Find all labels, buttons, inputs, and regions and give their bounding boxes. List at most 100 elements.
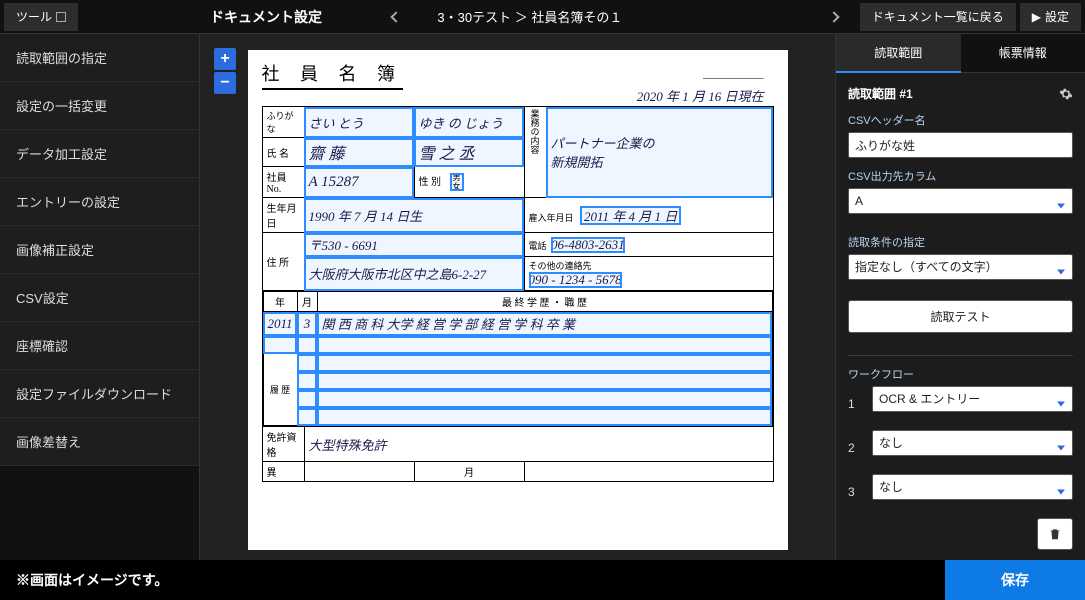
read-region[interactable]: 3 [297,312,317,336]
read-region[interactable]: 2011 年 4 月 1 日 [580,206,681,225]
tool-label: ツール [16,8,52,25]
sidebar-item-entry-settings[interactable]: エントリーの設定 [0,178,199,226]
read-region[interactable]: 関 西 商 科 大学 経 営 学 部 経 営 学 科 卒 業 [317,312,772,336]
sidebar-item-bulk-settings[interactable]: 設定の一括変更 [0,82,199,130]
read-region[interactable] [297,408,317,426]
next-button[interactable] [818,3,850,31]
play-icon: ▶ [1032,10,1041,24]
addr-label: 住 所 [262,233,304,291]
read-region[interactable]: 〒530 - 6691 [304,233,524,257]
zoom-out-button[interactable]: − [214,72,236,94]
read-region[interactable] [317,336,772,354]
read-region[interactable]: 2011 [263,312,297,336]
collapse-left-icon [56,12,66,22]
csv-header-input[interactable] [848,132,1073,158]
sidebar-item-read-range[interactable]: 読取範囲の指定 [0,34,199,82]
sidebar-item-coord-check[interactable]: 座標確認 [0,322,199,370]
read-region[interactable]: 雪 之 丞 [414,138,524,167]
read-region[interactable] [297,354,317,372]
panel-title: 読取範囲 #1 [848,85,913,102]
breadcrumb: 3・30テスト ＞ 社員名簿その１ [437,7,622,26]
canvas-area: + − 社 員 名 簿 ___________ 2020 年 1 月 16 日現… [200,34,835,560]
sidebar-item-csv-settings[interactable]: CSV設定 [0,274,199,322]
trash-icon [1048,527,1062,541]
read-region[interactable] [317,408,772,426]
save-button[interactable]: 保存 [945,560,1085,600]
workflow-select-2[interactable]: なし [872,430,1073,456]
form-table: ふりがな さい とう ゆき の じょう 業務の内容 パートナー企業の 新規開拓 … [262,106,774,482]
tab-form-info[interactable]: 帳票情報 [961,34,1085,73]
csv-col-select[interactable]: A [848,188,1073,214]
chevron-left-icon [390,11,401,22]
delete-button[interactable] [1037,518,1073,550]
hire-label: 雇入年月日 [529,213,574,223]
read-region[interactable]: 男 女 [450,173,464,191]
zoom-in-button[interactable]: + [214,48,236,70]
chevron-right-icon [828,11,839,22]
prev-button[interactable] [380,3,412,31]
back-to-list-button[interactable]: ドキュメント一覧に戻る [860,3,1016,31]
divider [848,355,1073,356]
read-region[interactable]: 齋 藤 [304,138,414,167]
read-region[interactable] [317,372,772,390]
read-region[interactable]: さい とう [304,107,414,138]
edu-m-header: 月 [297,292,317,312]
sidebar-item-replace-image[interactable]: 画像差替え [0,418,199,466]
footer-note: ※画面はイメージです。 [0,570,168,590]
workflow-num: 2 [848,441,864,455]
doc-settings-title: ドキュメント設定 [210,7,322,27]
edu-header: 最 終 学 歴 ・ 職 歴 [317,292,772,312]
cond-select[interactable]: 指定なし（すべての文字） [848,254,1073,280]
csv-col-label: CSV出力先カラム [848,168,1073,184]
read-region[interactable]: パートナー企業の 新規開拓 [546,107,773,198]
name-label: 氏 名 [262,138,304,167]
rireki-label: 履 歴 [263,354,297,426]
license-text: 大型特殊免許 [304,427,773,462]
read-region[interactable]: ゆき の じょう [414,107,524,138]
dob-label: 生年月日 [262,198,304,233]
sidebar-item-data-processing[interactable]: データ加工設定 [0,130,199,178]
read-test-button[interactable]: 読取テスト [848,300,1073,333]
sidebar-item-image-correction[interactable]: 画像補正設定 [0,226,199,274]
read-region[interactable]: 090 - 1234 - 5678 [529,272,622,288]
othertel-label: その他の連絡先 [529,261,592,271]
read-region[interactable] [317,354,772,372]
read-region[interactable]: 1990 年 7 月 14 日生 [304,198,524,233]
sidebar-item-download-settings[interactable]: 設定ファイルダウンロード [0,370,199,418]
read-region[interactable]: 大阪府大阪市北区中之島6-2-27 [304,257,524,291]
paper-title: 社 員 名 簿 [262,60,404,90]
iireki-label: 異 [262,462,304,482]
document-preview[interactable]: 社 員 名 簿 ___________ 2020 年 1 月 16 日現在 ふり… [248,50,788,550]
read-region[interactable] [297,336,317,354]
furigana-label: ふりがな [262,107,304,138]
sidebar-right: 読取範囲 帳票情報 読取範囲 #1 CSVヘッダー名 CSV出力先カラム A 読… [835,34,1085,560]
gyomu-label: 業務の内容 [524,107,546,198]
sex-label: 性 別 [419,177,442,188]
settings-label: 設定 [1045,8,1069,25]
read-region[interactable] [297,372,317,390]
tel-label: 電話 [529,241,547,251]
workflow-select-1[interactable]: OCR & エントリー [872,386,1073,412]
workflow-num: 3 [848,485,864,499]
read-region[interactable]: 06-4803-2631 [551,237,625,253]
cond-label: 読取条件の指定 [848,234,1073,250]
csv-header-label: CSVヘッダー名 [848,112,1073,128]
gear-icon[interactable] [1059,87,1073,101]
license-label: 免許資格 [262,427,304,462]
read-region[interactable]: A 15287 [304,167,414,198]
empno-label: 社員No. [262,167,304,198]
year-header [304,462,414,482]
workflow-select-3[interactable]: なし [872,474,1073,500]
tab-read-range[interactable]: 読取範囲 [836,34,961,73]
workflow-num: 1 [848,397,864,411]
read-region[interactable] [317,390,772,408]
workflow-label: ワークフロー [848,366,1073,382]
paper-date: 2020 年 1 月 16 日現在 [637,86,764,105]
read-region[interactable] [297,390,317,408]
sidebar-left: 読取範囲の指定 設定の一括変更 データ加工設定 エントリーの設定 画像補正設定 … [0,34,200,560]
paper-no-label: ___________ [703,68,764,80]
tool-button[interactable]: ツール [4,3,78,31]
month-header: 月 [414,462,524,482]
read-region[interactable] [263,336,297,354]
settings-button[interactable]: ▶ 設定 [1020,3,1081,31]
